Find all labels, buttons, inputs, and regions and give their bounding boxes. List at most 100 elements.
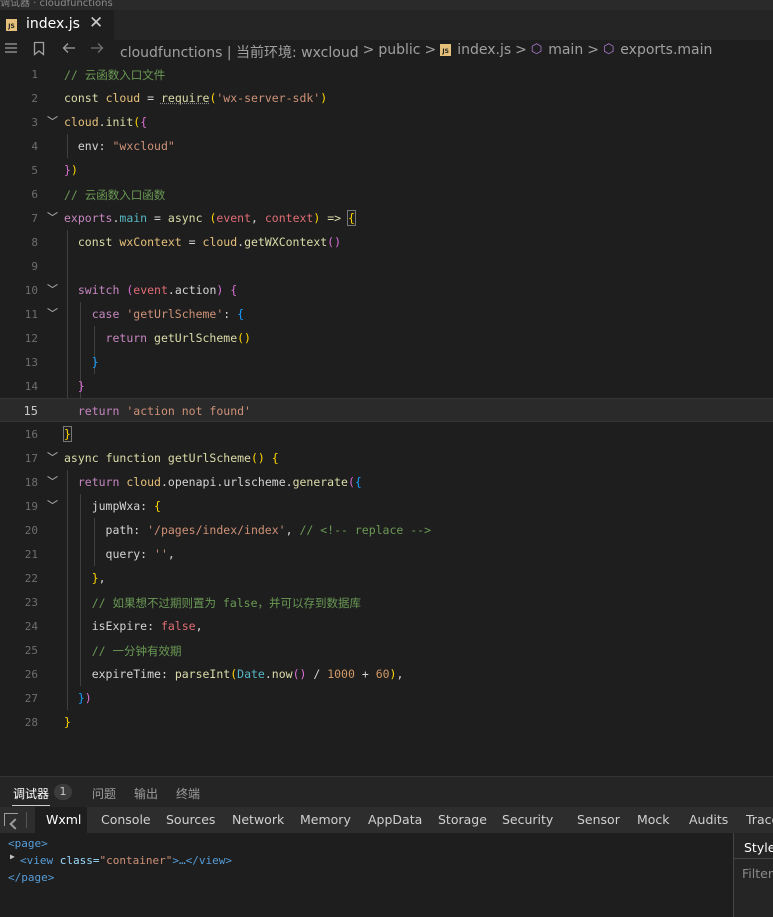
line-number: 5 — [0, 164, 38, 177]
code-text: const wxContext = cloud.getWXContext() — [64, 235, 341, 249]
chevron-down-icon[interactable]: ﹀ — [47, 497, 58, 513]
code-line: 24 isExpire: false, — [0, 614, 773, 638]
code-line: 7 ﹀ exports.main = async (event, context) … — [0, 206, 773, 230]
tab-styles[interactable]: Styles — [744, 840, 773, 855]
line-number: 4 — [0, 140, 38, 153]
line-number: 25 — [0, 644, 38, 657]
breadcrumb-main[interactable]: main — [548, 42, 583, 58]
tab-audits[interactable]: Audits — [689, 812, 728, 827]
code-text: return cloud.openapi.urlscheme.generate(… — [64, 475, 362, 489]
breadcrumb: cloudfunctions | 当前环境: wxcloud > public > JS… — [120, 42, 712, 62]
line-number: 18 — [0, 476, 38, 489]
debugger-count-badge: 1 — [54, 784, 72, 800]
chevron-right-icon: > — [587, 42, 599, 58]
line-number: 24 — [0, 620, 38, 633]
line-number: 2 — [0, 92, 38, 105]
bottom-panel: 调试器 1 问题 输出 终端 Wxml Console Sources Netw… — [0, 776, 773, 917]
chevron-down-icon[interactable]: ﹀ — [47, 449, 58, 465]
wxml-node-view[interactable]: <view class="container">…</view> — [20, 854, 232, 867]
code-text: return getUrlScheme() — [64, 331, 251, 345]
tab-index-js[interactable]: JS index.js ✕ — [0, 10, 114, 40]
tab-mock[interactable]: Mock — [637, 812, 670, 827]
cube-icon: ⬡ — [603, 42, 614, 57]
tab-problems[interactable]: 问题 — [92, 785, 116, 802]
inspect-element-icon[interactable] — [4, 813, 18, 826]
tab-memory[interactable]: Memory — [300, 812, 351, 827]
wxml-tree: <page> ▶ <view class="container">…</view… — [0, 833, 733, 917]
code-line: 3 ﹀ cloud.init({ — [0, 110, 773, 134]
code-text: // 如果想不过期则置为 false，并可以存到数据库 — [64, 595, 361, 611]
code-comment: // 云函数入口函数 — [64, 187, 165, 203]
code-text: } — [64, 355, 99, 369]
line-number: 9 — [0, 260, 38, 273]
chevron-right-icon: > — [363, 42, 375, 58]
code-text: } — [64, 715, 71, 729]
chevron-down-icon[interactable]: ﹀ — [47, 113, 58, 129]
breadcrumb-exports-main[interactable]: exports.main — [620, 42, 712, 58]
code-line: 6 // 云函数入口函数 — [0, 182, 773, 206]
chevron-down-icon[interactable]: ﹀ — [47, 473, 58, 489]
tab-debugger[interactable]: 调试器 — [13, 785, 49, 802]
code-editor[interactable]: 1 // 云函数入口文件 2 const cloud = require('wx-s… — [0, 62, 773, 772]
line-number: 22 — [0, 572, 38, 585]
code-text: exports.main = async (event, context) =>… — [64, 211, 355, 225]
window-title: 调试器 · cloudfunctions — [0, 0, 113, 9]
code-line: 28} — [0, 710, 773, 734]
breadcrumb-public[interactable]: public — [378, 42, 420, 58]
tab-sensor[interactable]: Sensor — [577, 812, 620, 827]
chevron-down-icon[interactable]: ﹀ — [47, 305, 58, 321]
tab-output[interactable]: 输出 — [134, 785, 158, 802]
line-number: 23 — [0, 596, 38, 609]
line-number: 12 — [0, 332, 38, 345]
tab-wxml[interactable]: Wxml — [46, 812, 81, 827]
line-number: 7 — [0, 212, 38, 225]
tab-appdata[interactable]: AppData — [368, 812, 422, 827]
code-line: 11 ﹀ case 'getUrlScheme': { — [0, 302, 773, 326]
code-text: isExpire: false, — [64, 619, 203, 633]
line-number: 27 — [0, 692, 38, 705]
line-number: 8 — [0, 236, 38, 249]
back-arrow-icon[interactable] — [62, 41, 76, 59]
code-text: const cloud = require('wx-server-sdk') — [64, 91, 327, 105]
code-line: 27 }) — [0, 686, 773, 710]
chevron-down-icon[interactable]: ﹀ — [47, 209, 58, 225]
line-number: 19 — [0, 500, 38, 513]
code-text: async function getUrlScheme() { — [64, 451, 279, 465]
breadcrumb-cloudfunctions[interactable]: cloudfunctions | 当前环境: wxcloud — [120, 42, 359, 62]
tab-security[interactable]: Security — [502, 812, 553, 827]
code-line: 13 } — [0, 350, 773, 374]
tab-network[interactable]: Network — [232, 812, 284, 827]
wxml-node-page-close[interactable]: </page> — [8, 871, 54, 884]
line-number: 28 — [0, 716, 38, 729]
tab-storage[interactable]: Storage — [438, 812, 487, 827]
breadcrumb-index-js[interactable]: index.js — [457, 42, 511, 58]
code-text: }, — [64, 571, 106, 585]
tab-trace[interactable]: Trace — [746, 812, 773, 827]
tab-terminal[interactable]: 终端 — [176, 785, 200, 802]
code-line: 9 — [0, 254, 773, 278]
devtools-tabs: Wxml Console Sources Network Memory AppD… — [0, 807, 773, 833]
line-number: 3 — [0, 116, 38, 129]
code-line: 21 query: '', — [0, 542, 773, 566]
bookmark-icon[interactable] — [33, 41, 45, 60]
line-number: 13 — [0, 356, 38, 369]
cube-icon: ⬡ — [531, 42, 542, 57]
code-line: 20 path: '/pages/index/index', // <!-- r… — [0, 518, 773, 542]
styles-pane: Styles Filter — [733, 833, 773, 917]
chevron-down-icon[interactable]: ﹀ — [47, 281, 58, 297]
chevron-right-icon: > — [424, 42, 436, 58]
tab-console[interactable]: Console — [101, 812, 151, 827]
expand-triangle-icon[interactable]: ▶ — [10, 852, 15, 861]
code-line: 17 ﹀ async function getUrlScheme() { — [0, 446, 773, 470]
close-icon[interactable]: ✕ — [89, 13, 103, 33]
code-line: 23 // 如果想不过期则置为 false，并可以存到数据库 — [0, 590, 773, 614]
tab-label: index.js — [26, 16, 80, 32]
tab-sources[interactable]: Sources — [166, 812, 215, 827]
styles-filter-input[interactable]: Filter — [742, 866, 773, 881]
wxml-node-page[interactable]: <page> — [8, 837, 48, 850]
code-line: 14 } — [0, 374, 773, 398]
code-text: }) — [64, 691, 92, 705]
forward-arrow-icon[interactable] — [90, 41, 104, 59]
menu-icon[interactable] — [4, 41, 18, 59]
line-number: 14 — [0, 380, 38, 393]
